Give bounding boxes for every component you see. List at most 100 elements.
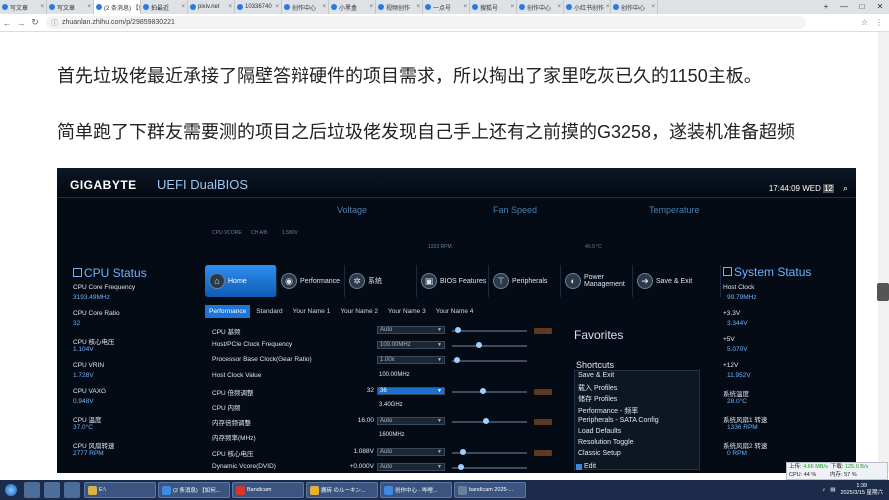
setting-slider[interactable] <box>452 357 527 364</box>
tray-clock[interactable]: 1:39 2025/3/15 星期六 <box>841 483 884 497</box>
search-icon[interactable]: ⌕ <box>843 183 848 194</box>
network-icon[interactable]: ▤ <box>830 487 835 493</box>
setting-field[interactable]: Auto ▼ <box>377 462 445 471</box>
slider-knob[interactable] <box>483 418 490 425</box>
bios-menu--[interactable]: ✲ 系统 <box>345 265 417 297</box>
browser-tab[interactable]: pixiv.net × <box>188 0 235 14</box>
bios-menu-performance[interactable]: ◉ Performance <box>277 265 345 297</box>
bios-subtab[interactable]: Performance <box>205 305 251 318</box>
browser-tab[interactable]: (2 条消息) 【如何...× <box>94 0 141 14</box>
minimize-button[interactable]: — <box>835 0 853 14</box>
bios-subtab[interactable]: Your Name 1 <box>289 305 335 318</box>
tab-close-icon[interactable]: × <box>416 4 420 10</box>
taskbar-task[interactable]: bandicam 2025-... <box>454 482 526 498</box>
close-window-button[interactable]: ✕ <box>871 0 889 14</box>
bios-menu-save-exit[interactable]: ➜ Save & Exit <box>633 265 721 297</box>
bios-menu-home[interactable]: ⌂ Home <box>205 265 277 297</box>
shortcut-item[interactable]: Load Defaults <box>578 428 621 435</box>
browser-tab[interactable]: 小红书创作 × <box>564 0 611 14</box>
bookmark-star-icon[interactable]: ☆ <box>861 18 868 27</box>
taskbar-task[interactable]: E:\ <box>84 482 156 498</box>
shortcut-item[interactable]: Peripherals - SATA Config <box>578 417 659 424</box>
tab-close-icon[interactable]: × <box>40 4 44 10</box>
tab-close-icon[interactable]: × <box>275 4 279 10</box>
setting-slider[interactable] <box>452 448 527 455</box>
tab-close-icon[interactable]: × <box>510 4 514 10</box>
quicklaunch-icon-2[interactable] <box>44 482 60 498</box>
browser-tab[interactable]: 一点号 × <box>423 0 470 14</box>
setting-field[interactable]: 1600MHz <box>377 432 445 440</box>
shortcut-item[interactable]: Classic Setup <box>578 450 621 457</box>
tab-close-icon[interactable]: × <box>87 4 91 10</box>
taskbar-task[interactable]: 创作中心 - 哔哩... <box>380 482 452 498</box>
shortcut-item[interactable]: 储存 Profiles <box>578 394 617 404</box>
setting-field[interactable]: 100.00MHz ▼ <box>377 341 445 350</box>
bios-subtab[interactable]: Standard <box>252 305 286 318</box>
shortcut-item[interactable]: 载入 Profiles <box>578 383 617 393</box>
reload-icon[interactable]: ↻ <box>28 17 42 28</box>
tab-close-icon[interactable]: × <box>322 4 326 10</box>
slider-knob[interactable] <box>454 357 461 364</box>
shortcut-item[interactable]: Resolution Toggle <box>578 439 634 446</box>
new-tab-button[interactable]: + <box>817 0 835 14</box>
slider-knob[interactable] <box>457 463 464 470</box>
bios-menu-power-management[interactable]: ◐ Power Management <box>561 265 633 297</box>
browser-tab[interactable]: 创作中心 × <box>517 0 564 14</box>
setting-field[interactable]: Auto ▼ <box>377 417 445 426</box>
quicklaunch-icon-3[interactable] <box>64 482 80 498</box>
slider-knob[interactable] <box>476 342 483 349</box>
setting-field[interactable]: Auto ▼ <box>377 326 445 334</box>
quicklaunch-icon-1[interactable] <box>24 482 40 498</box>
maximize-button[interactable]: □ <box>853 0 871 14</box>
browser-tab[interactable]: 写文章 × <box>47 0 94 14</box>
site-info-icon[interactable]: ⓘ <box>51 18 58 28</box>
bios-menu-peripherals[interactable]: ⊤ Peripherals <box>489 265 561 297</box>
browser-tab[interactable]: 创作中心 × <box>611 0 658 14</box>
browser-tab[interactable]: 10336740 × <box>235 0 282 14</box>
bios-subtab[interactable]: Your Name 2 <box>336 305 382 318</box>
forward-icon[interactable]: → <box>14 18 28 28</box>
slider-knob[interactable] <box>455 327 462 333</box>
taskbar-task[interactable]: Bandicam <box>232 482 304 498</box>
tab-close-icon[interactable]: × <box>557 4 561 10</box>
tab-close-icon[interactable]: × <box>369 4 373 10</box>
browser-tab[interactable]: 搜狐号 × <box>470 0 517 14</box>
tab-close-icon[interactable]: × <box>228 4 232 10</box>
browser-tab[interactable]: 小黑盒 × <box>329 0 376 14</box>
slider-knob[interactable] <box>460 448 467 455</box>
bios-subtab[interactable]: Your Name 3 <box>384 305 430 318</box>
side-float-button[interactable] <box>877 283 889 301</box>
setting-field[interactable]: 100.00MHz <box>377 372 445 380</box>
taskbar-task[interactable]: (2 条消息) 【如何... <box>158 482 230 498</box>
volume-icon[interactable]: ♪ <box>823 487 826 493</box>
url-input[interactable]: ⓘ zhuanlan.zhihu.com/p/29859830221 <box>46 16 806 29</box>
setting-slider[interactable] <box>452 387 527 394</box>
setting-slider[interactable] <box>452 463 527 470</box>
setting-field[interactable]: 36 ▼ <box>377 386 445 395</box>
setting-slider[interactable] <box>452 418 527 425</box>
tab-close-icon[interactable]: × <box>181 4 185 10</box>
page-scrollbar[interactable] <box>878 32 889 472</box>
shortcut-item[interactable]: Performance - 频率 <box>578 406 638 416</box>
bios-subtab[interactable]: Your Name 4 <box>432 305 478 318</box>
back-icon[interactable]: ← <box>0 18 14 28</box>
taskbar-task[interactable]: 搬砖 のルーキン... <box>306 482 378 498</box>
browser-menu-icon[interactable]: ⋮ <box>875 18 883 27</box>
setting-slider[interactable] <box>452 327 527 333</box>
setting-slider[interactable] <box>452 342 527 349</box>
slider-knob[interactable] <box>479 387 486 394</box>
tab-close-icon[interactable]: × <box>606 4 610 10</box>
browser-tab[interactable]: 视频创作 × <box>376 0 423 14</box>
setting-field[interactable]: Auto ▼ <box>377 447 445 456</box>
shortcut-item[interactable]: Save & Exit <box>578 372 614 379</box>
edit-button[interactable]: Edit <box>584 463 596 470</box>
tab-close-icon[interactable]: × <box>463 4 467 10</box>
setting-field[interactable]: 1.00x ▼ <box>377 356 445 365</box>
start-button[interactable] <box>0 480 22 500</box>
bios-menu-bios-features[interactable]: ▣ BIOS Features <box>417 265 489 297</box>
browser-tab[interactable]: 写文章 × <box>0 0 47 14</box>
setting-field[interactable]: 3.40GHz <box>377 402 445 410</box>
tab-close-icon[interactable]: × <box>651 4 655 10</box>
browser-tab[interactable]: 创作中心 × <box>282 0 329 14</box>
browser-tab[interactable]: 拍最近 × <box>141 0 188 14</box>
